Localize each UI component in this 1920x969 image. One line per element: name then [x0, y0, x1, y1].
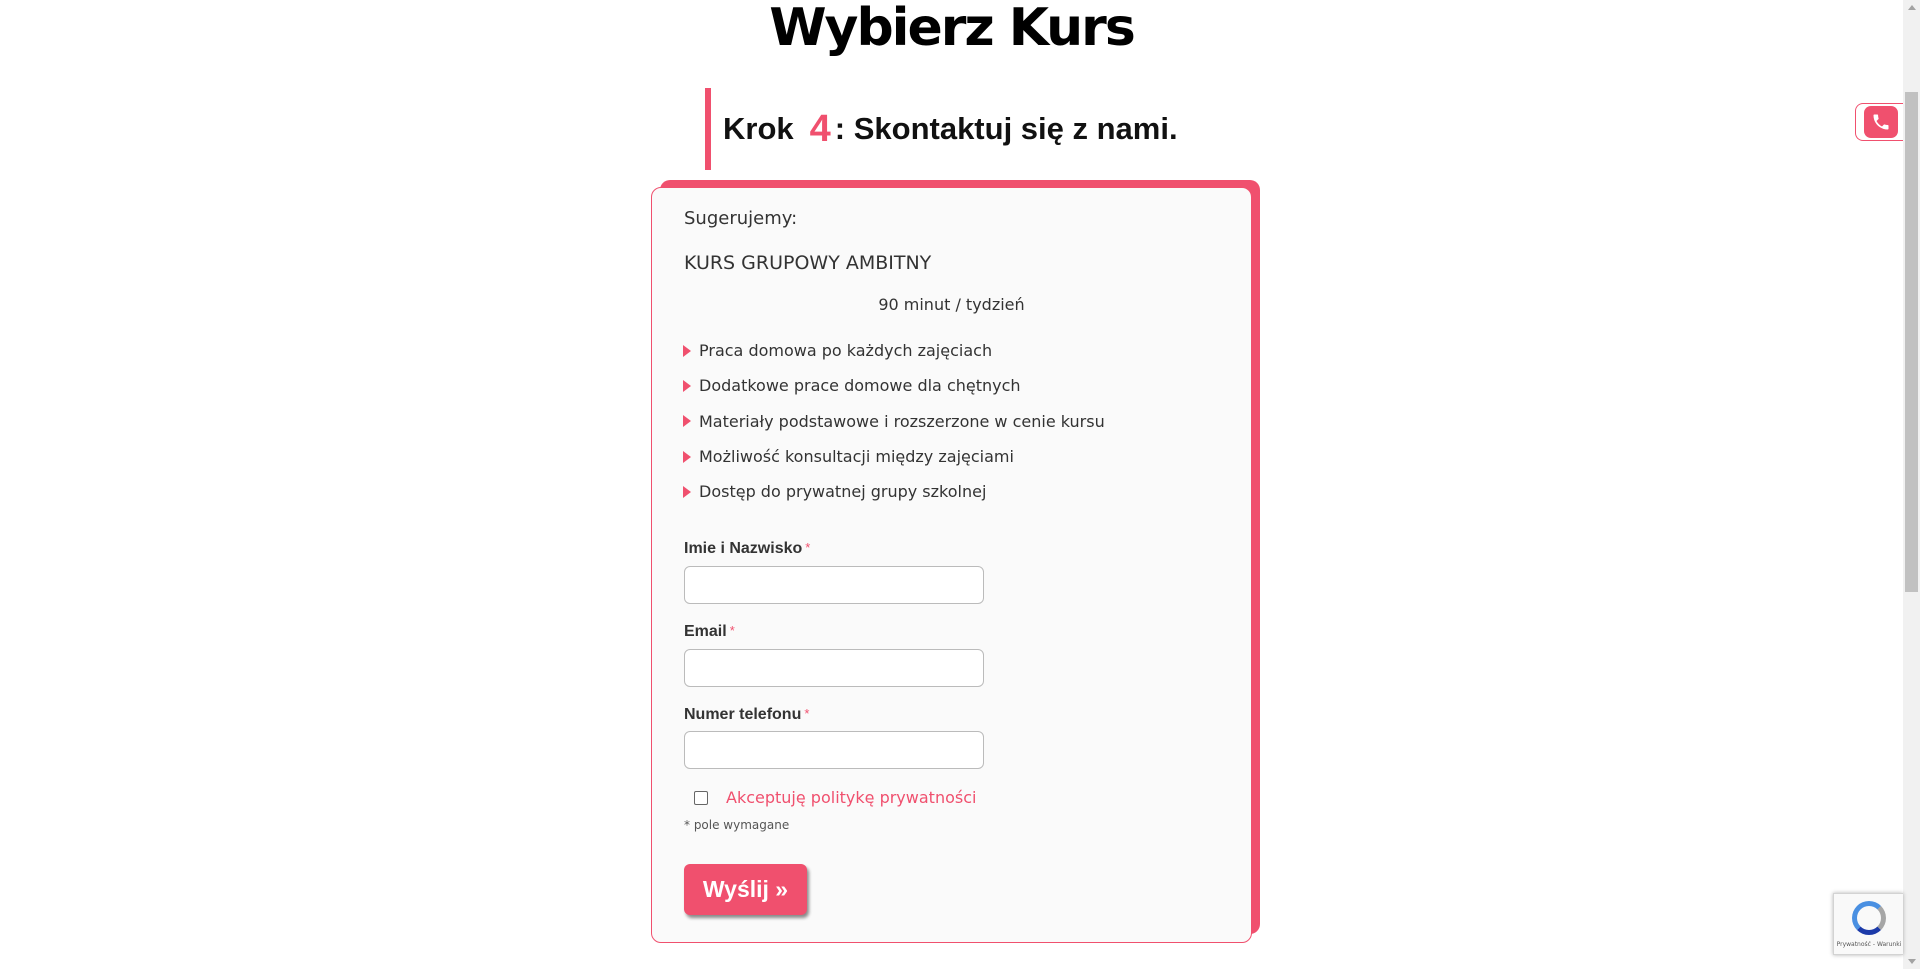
step-number: 4	[809, 107, 831, 150]
caret-right-icon	[683, 344, 691, 357]
page-title: Wybierz Kurs	[769, 0, 1136, 58]
phone-icon[interactable]	[1863, 106, 1898, 138]
step-heading: Krok 4 : Skontaktuj się z nami.	[705, 88, 1178, 170]
feature-list: Praca domowa po każdych zajęciach Dodatk…	[682, 333, 1105, 509]
required-mark: *	[805, 540, 811, 555]
email-label: Email *	[684, 623, 735, 640]
submit-button[interactable]: Wyślij »	[684, 864, 807, 915]
suggest-label: Sugerujemy:	[684, 208, 798, 229]
recaptcha-icon	[1852, 901, 1886, 935]
privacy-policy-link[interactable]: Akceptuję politykę prywatności	[726, 788, 976, 807]
required-mark: *	[804, 706, 810, 721]
required-note: * pole wymagane	[684, 818, 790, 832]
caret-right-icon	[683, 450, 691, 463]
phone-label: Numer telefonu *	[684, 706, 810, 723]
feature-item: Dodatkowe prace domowe dla chętnych	[682, 368, 1105, 403]
feature-item: Praca domowa po każdych zajęciach	[682, 333, 1105, 368]
recaptcha-badge[interactable]: Prywatność - Warunki	[1833, 893, 1903, 955]
step-text: : Skontaktuj się z nami.	[834, 111, 1178, 146]
required-mark: *	[729, 623, 735, 638]
recaptcha-terms[interactable]: Prywatność - Warunki	[1834, 941, 1904, 948]
email-field[interactable]	[684, 649, 984, 687]
scroll-down-arrow-icon[interactable]	[1908, 959, 1916, 964]
course-name: KURS GRUPOWY AMBITNY	[684, 252, 932, 274]
caret-right-icon	[683, 485, 691, 498]
consent-row: Akceptuję politykę prywatności	[694, 788, 976, 807]
phone-field[interactable]	[684, 731, 984, 769]
scroll-up-arrow-icon[interactable]	[1908, 5, 1916, 10]
course-time: 90 minut / tydzień	[878, 295, 1025, 314]
name-label: Imie i Nazwisko *	[684, 540, 811, 557]
feature-item: Możliwość konsultacji między zajęciami	[682, 439, 1105, 474]
consent-checkbox[interactable]	[694, 790, 708, 805]
phone-widget[interactable]	[1855, 103, 1905, 141]
scrollbar-thumb[interactable]	[1905, 92, 1918, 592]
caret-right-icon	[683, 379, 691, 392]
name-field[interactable]	[684, 566, 984, 604]
caret-right-icon	[683, 415, 691, 428]
feature-item: Materiały podstawowe i rozszerzone w cen…	[682, 404, 1105, 439]
step-prefix: Krok	[723, 111, 794, 146]
vertical-scrollbar[interactable]	[1903, 0, 1920, 969]
feature-item: Dostęp do prywatnej grupy szkolnej	[682, 474, 1105, 509]
